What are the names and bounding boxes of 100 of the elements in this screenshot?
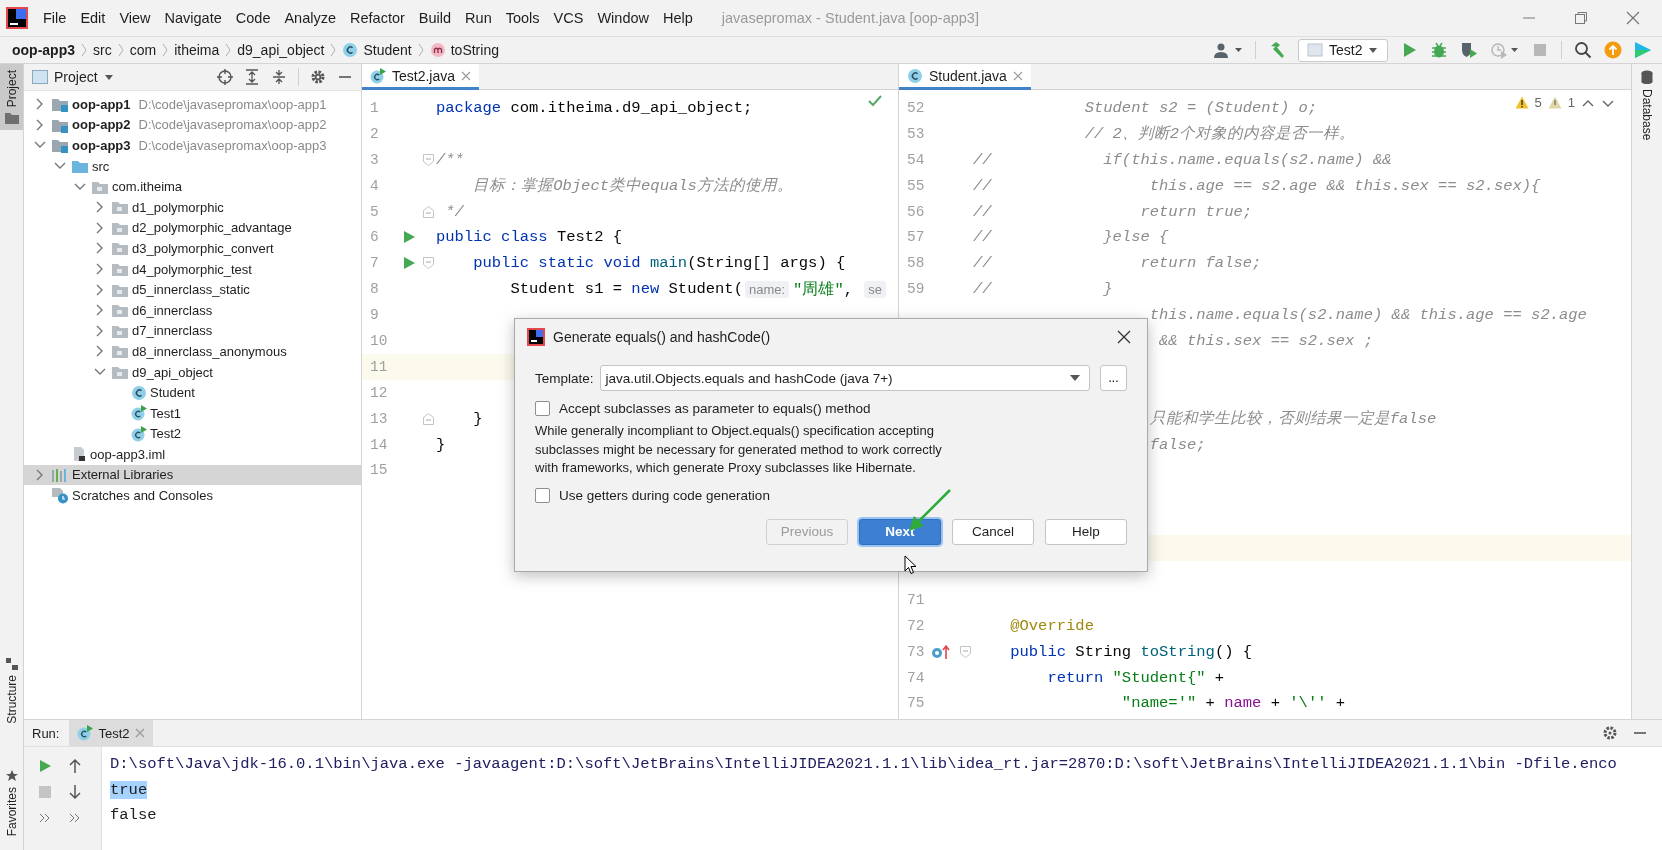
tool-window-button[interactable]: Structure — [0, 651, 23, 730]
code-text: } — [436, 435, 446, 454]
tree-item-label[interactable]: Test2 — [150, 426, 182, 442]
tree-item-label[interactable]: oop-app1 — [72, 96, 131, 112]
menu-item[interactable]: Refactor — [343, 10, 412, 26]
menu-item[interactable]: Tools — [498, 10, 547, 26]
panel-title[interactable]: Project — [54, 69, 98, 85]
checkbox[interactable] — [535, 401, 550, 416]
runnable-class-icon — [131, 425, 147, 442]
field-label: Template: — [535, 370, 594, 386]
code-text: 只能和学生比较，否则结果一定是false — [1149, 409, 1437, 430]
folder-icon — [111, 199, 129, 216]
menu-item[interactable]: Analyze — [277, 10, 344, 26]
tree-item-label[interactable]: src — [92, 158, 110, 174]
menu-item[interactable]: Edit — [73, 10, 113, 26]
close-icon[interactable] — [1117, 330, 1131, 344]
code-text: // 2、判断2个对象的内容是否一样。 — [1084, 124, 1356, 145]
tree-item-label[interactable]: External Libraries — [72, 467, 174, 483]
breadcrumb-item[interactable]: d9_api_object — [237, 42, 325, 58]
run-icon[interactable] — [38, 758, 52, 775]
settings-icon[interactable] — [1602, 725, 1618, 742]
breadcrumb-item[interactable]: com — [129, 42, 157, 58]
chevron-icon — [224, 42, 233, 58]
collapse-all-icon[interactable] — [271, 69, 287, 85]
tree-item-label[interactable]: d4_polymorphic_test — [132, 261, 252, 277]
breadcrumb-item[interactable]: toString — [450, 42, 499, 58]
menu-item[interactable]: Code — [228, 10, 278, 26]
breadcrumb-item[interactable]: Student — [363, 42, 412, 58]
tree-item-label[interactable]: com.itheima — [112, 179, 183, 195]
line-number: 8 — [369, 281, 380, 298]
arrow-up-icon[interactable] — [68, 758, 82, 775]
code-text: public class Test2 { — [436, 228, 623, 247]
tree-item-label[interactable]: d9_api_object — [132, 364, 213, 380]
code-text: "周雄", — [793, 279, 855, 300]
tree-item-label[interactable]: oop-app3.iml — [90, 446, 166, 462]
folder-icon — [111, 343, 129, 360]
breadcrumb-item[interactable]: src — [93, 42, 112, 58]
run-icon[interactable] — [402, 229, 416, 246]
code-text: this.name.equals(s2.name) && this.age == s2.age — [1149, 306, 1587, 325]
expand-all-icon[interactable] — [244, 69, 260, 85]
method-icon — [429, 42, 446, 58]
tool-window-button[interactable]: Database — [1632, 64, 1662, 147]
tree-item-label[interactable]: d6_innerclass — [132, 302, 213, 318]
tree-item-label[interactable]: d3_polymorphic_convert — [132, 240, 274, 256]
run-icon[interactable] — [402, 255, 416, 272]
tool-window-button[interactable]: Project — [0, 64, 23, 131]
line-number: 58 — [906, 255, 926, 272]
tree-item-label[interactable]: d7_innerclass — [132, 323, 213, 339]
tree-item-label[interactable]: oop-app3 — [72, 138, 131, 153]
class-icon — [131, 384, 147, 401]
menu-item[interactable]: View — [112, 10, 158, 26]
tree-item-label[interactable]: d8_innerclass_anonymous — [132, 343, 287, 359]
code-text: package com.itheima.d9_api_object; — [436, 98, 753, 117]
chevron-icon — [161, 42, 170, 58]
code-text: // return true; — [973, 202, 1253, 221]
selected-row[interactable]: External Libraries — [24, 464, 361, 486]
dialog-button[interactable]: Help — [1045, 518, 1127, 545]
menu-item[interactable]: VCS — [546, 10, 591, 26]
checkbox-label[interactable]: Use getters during code generation — [559, 487, 770, 503]
override-icon[interactable] — [931, 643, 951, 660]
settings-icon[interactable] — [310, 69, 326, 85]
template-dropdown[interactable]: java.util.Objects.equals and hashCode (java 7+) — [599, 365, 1090, 391]
shield-run-icon[interactable] — [1460, 41, 1478, 59]
checkbox-label[interactable]: Accept subclasses as parameter to equals() method — [559, 401, 871, 416]
restore-icon[interactable] — [1574, 11, 1588, 25]
tree-item-label[interactable]: Test1 — [150, 405, 182, 421]
run-config-dropdown[interactable]: Test2 — [1298, 38, 1388, 62]
menu-item[interactable]: Navigate — [157, 10, 229, 26]
checkbox[interactable] — [535, 487, 550, 503]
tree-item-label[interactable]: Student — [150, 385, 195, 401]
line-number: 57 — [906, 229, 926, 246]
bug-icon[interactable] — [1430, 41, 1448, 59]
tree-item-label[interactable]: d5_innerclass_static — [132, 282, 250, 298]
arrow-down-icon[interactable] — [68, 784, 82, 801]
menu-item[interactable]: File — [36, 10, 74, 26]
search-icon[interactable] — [1574, 41, 1592, 59]
dialog-button[interactable]: Cancel — [952, 518, 1034, 545]
browse-button[interactable]: ... — [1100, 365, 1127, 391]
editor-tab[interactable]: Student.java — [899, 64, 1031, 90]
tool-window-button[interactable]: Favorites — [0, 763, 23, 842]
line-number: 4 — [369, 177, 380, 194]
module-folder-icon — [51, 96, 69, 113]
menu-item[interactable]: Help — [656, 10, 700, 26]
tree-item-label[interactable]: d1_polymorphic — [132, 199, 224, 215]
dialog-button[interactable]: Next — [859, 518, 941, 545]
tree-item-label[interactable]: oop-app2 — [72, 117, 131, 133]
breadcrumb-item[interactable]: itheima — [174, 42, 220, 58]
menu-item[interactable]: Window — [590, 10, 656, 26]
menu-item[interactable]: Run — [458, 10, 499, 26]
more-icon[interactable] — [39, 813, 51, 824]
more-icon[interactable] — [69, 813, 81, 824]
code-text: Student s1 = new Student( — [510, 280, 743, 299]
tree-item-label[interactable]: Scratches and Consoles — [72, 488, 213, 504]
editor-tab[interactable]: Test2.java — [362, 64, 480, 90]
tree-item-label[interactable]: d2_polymorphic_advantage — [132, 220, 292, 236]
line-number: 56 — [906, 203, 926, 220]
menu-item[interactable]: Build — [411, 10, 459, 26]
breadcrumb-item[interactable]: oop-app3 — [12, 42, 75, 58]
locate-icon[interactable] — [217, 69, 233, 85]
run-tab[interactable]: Test2 — [69, 720, 153, 747]
